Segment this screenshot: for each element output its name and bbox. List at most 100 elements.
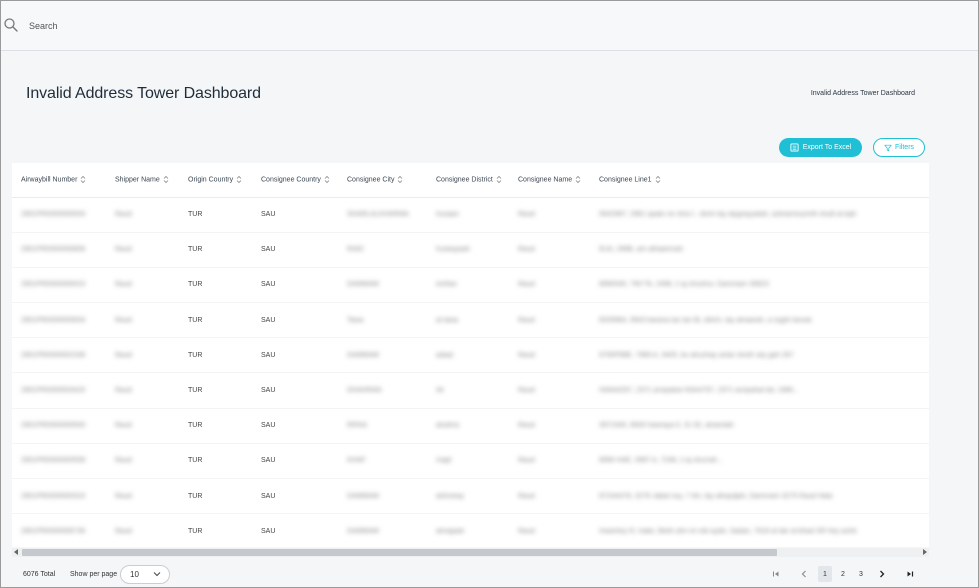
table-row[interactable]: 2901PR0000002336 Raud TUR SAU DAMMAM adaal Rau… — [12, 337, 929, 374]
search-input[interactable] — [29, 17, 329, 35]
table-row[interactable]: 2901PR0000000004 Raud TUR SAU SHARLALKHARMA h… — [12, 197, 929, 233]
sort-icon[interactable] — [163, 175, 169, 184]
sort-icon[interactable] — [655, 175, 661, 184]
table-cell: Raud — [509, 232, 590, 268]
table-cell: DAMMAM — [338, 513, 427, 547]
table-cell: majd — [427, 443, 509, 480]
table-cell: 2901PR0000003420 — [12, 372, 106, 409]
table-cell: KHAF — [338, 443, 427, 480]
sort-icon[interactable] — [236, 175, 242, 184]
cell-value: Raud — [115, 211, 132, 219]
table-cell: SAU — [252, 267, 338, 304]
table-cell: SAU — [252, 372, 338, 409]
cell-value: 8328964, 9943 barana laz tan Bi, detch, … — [599, 316, 812, 324]
cell-value: Raud — [518, 457, 535, 465]
table-cell: 2901PR0000000324 — [12, 478, 106, 515]
cell-value: alzahra — [436, 422, 459, 430]
table-cell: 2901PR0000000023 — [12, 267, 106, 304]
cell-value: SAU — [261, 281, 276, 289]
filters-button-label: Filters — [894, 144, 915, 151]
table-cell: Raud — [106, 443, 179, 480]
cell-value: 8724A478, 3278 Jabal noy, 7 tihi, tay al… — [599, 492, 833, 500]
export-to-excel-button[interactable]: Export To Excel — [779, 138, 862, 157]
scroll-left-icon[interactable] — [14, 549, 18, 555]
data-table: Airwaybill Number Shipper Name Origin Co… — [12, 163, 929, 547]
table-cell: adaal — [427, 337, 509, 374]
table-cell: 2901PR0000006736 — [12, 513, 106, 547]
sort-icon[interactable] — [575, 175, 581, 184]
scroll-right-icon[interactable] — [923, 549, 927, 555]
cell-value: SAU — [261, 457, 276, 465]
horizontal-scrollbar[interactable] — [12, 548, 929, 557]
table-row[interactable]: 2901PR0000000023 Raud TUR SAU DAMMAM eshfan Ra… — [12, 267, 929, 304]
first-page-button[interactable] — [770, 566, 782, 582]
table-cell: Raud — [509, 267, 590, 304]
page-button-2[interactable]: 2 — [836, 566, 850, 582]
column-header[interactable]: Origin Country — [179, 163, 252, 198]
column-header[interactable]: Airwaybill Number — [12, 163, 106, 198]
column-header[interactable]: Consignee City — [338, 163, 427, 198]
table-cell: RIFAA — [338, 408, 427, 444]
sort-icon[interactable] — [80, 175, 86, 184]
scrollbar-thumb[interactable] — [22, 549, 777, 556]
table-cell: SAU — [252, 443, 338, 480]
cell-value: Raud — [115, 246, 132, 254]
per-page-select[interactable]: 10 — [120, 565, 170, 584]
table-cell: 3972440, 8940 hawraya 5, 31 92, alnamlah — [590, 408, 929, 444]
first-page-icon — [773, 571, 779, 577]
previous-page-button[interactable] — [798, 566, 810, 582]
cell-value: Ali — [436, 387, 444, 395]
table-cell: SAU — [252, 197, 338, 233]
table-row[interactable]: 2901PR0000000834 Raud TUR SAU Tawa al tawa Rau… — [12, 302, 929, 339]
table-row[interactable]: 2901PR0000000558 Raud TUR SAU KHAF majd Raud 89… — [12, 443, 929, 480]
table-cell: Irwanhey R, Irabe, Bekh ahn en ebi ayde,… — [590, 513, 929, 547]
table-cell: SAU — [252, 232, 338, 268]
table-cell: Raud — [509, 443, 590, 480]
table-row[interactable]: 2901PR0000003420 Raud TUR SAU DHAHRAN Ali Raud… — [12, 372, 929, 409]
cell-value: 2901PR0000000500 — [21, 422, 86, 430]
cell-value: SAU — [261, 492, 276, 500]
table-cell: Raud — [106, 372, 179, 409]
sort-icon[interactable] — [397, 175, 403, 184]
cell-value: SAU — [261, 527, 276, 535]
sort-icon[interactable] — [496, 175, 502, 184]
cell-value: Raud — [115, 281, 132, 289]
table-cell: TUR — [179, 232, 252, 268]
table-cell: Raud — [106, 513, 179, 547]
table-row[interactable]: 2901PR0000000500 Raud TUR SAU RIFAA alzahra Ra… — [12, 408, 929, 444]
page-button-3[interactable]: 3 — [854, 566, 868, 582]
column-header[interactable]: Consignee Name — [509, 163, 590, 198]
table-cell: 2901PR0000000500 — [12, 408, 106, 444]
cell-value: 2901PR0000006736 — [21, 527, 86, 535]
cell-value: Raud — [115, 351, 132, 359]
table-row[interactable]: 2901PR0000000806 Raud TUR SAU RIAD huskayaah R… — [12, 232, 929, 268]
last-page-button[interactable] — [904, 566, 916, 582]
table-cell: SAU — [252, 337, 338, 374]
table-cell: TUR — [179, 372, 252, 409]
sort-icon[interactable] — [324, 175, 330, 184]
filters-button[interactable]: Filters — [873, 138, 925, 157]
table-row[interactable]: 2901PR0000000324 Raud TUR SAU DAMMAM alshuhay… — [12, 478, 929, 515]
column-header[interactable]: Shipper Name — [106, 163, 179, 198]
table-cell: almajaah — [427, 513, 509, 547]
cell-value: TUR — [188, 422, 203, 430]
column-header[interactable]: Consignee Line1 — [590, 163, 929, 198]
cell-value: al tawa — [436, 316, 459, 324]
page-button-1[interactable]: 1 — [818, 566, 832, 582]
table-cell: Raud — [509, 302, 590, 339]
app-frame: Invalid Address Tower Dashboard Invalid … — [0, 0, 979, 588]
cell-value: husaan — [436, 211, 459, 219]
column-header[interactable]: Consignee Country — [252, 163, 338, 198]
table-cell: Raud — [106, 408, 179, 444]
per-page-value: 10 — [130, 570, 139, 579]
cell-value: TUR — [188, 316, 203, 324]
column-header[interactable]: Consignee District — [427, 163, 509, 198]
table-cell: Tawa — [338, 302, 427, 339]
breadcrumb[interactable]: Invalid Address Tower Dashboard — [811, 90, 915, 97]
table-row[interactable]: 2901PR0000006736 Raud TUR SAU DAMMAM almajaah… — [12, 513, 929, 547]
table-cell: TUR — [179, 337, 252, 374]
next-page-button[interactable] — [876, 566, 888, 582]
table-cell: 2901PR0000002336 — [12, 337, 106, 374]
table-cell: 8328964, 9943 barana laz tan Bi, detch, … — [590, 302, 929, 339]
cell-value: TUR — [188, 351, 203, 359]
